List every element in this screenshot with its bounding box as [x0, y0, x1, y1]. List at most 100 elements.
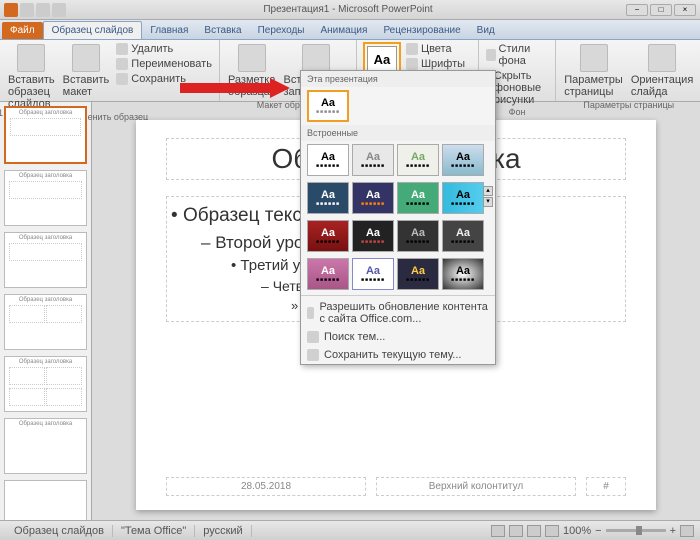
annotation-arrow — [180, 78, 290, 98]
gallery-section-builtin: Встроенные — [301, 125, 495, 141]
tab-slide-master[interactable]: Образец слайдов — [43, 21, 143, 39]
status-language[interactable]: русский — [195, 525, 251, 537]
colors-button[interactable]: Цвета — [405, 42, 472, 56]
tab-insert[interactable]: Вставка — [196, 22, 249, 39]
insert-slide-master-button[interactable]: Вставить образец слайдов — [6, 42, 57, 112]
theme-thumb[interactable]: Aa■■■■■■ — [307, 90, 349, 122]
theme-thumb[interactable]: Aa■■■■■■ — [442, 258, 484, 290]
zoom-out-button[interactable]: − — [595, 525, 601, 537]
zoom-slider[interactable] — [606, 529, 666, 532]
group-label: Фон — [509, 107, 526, 117]
theme-thumb[interactable]: Aa■■■■■■ — [307, 144, 349, 176]
page-setup-button[interactable]: Параметры страницы — [562, 42, 625, 100]
slide-orientation-button[interactable]: Ориентация слайда — [629, 42, 695, 100]
quick-access-toolbar — [0, 3, 70, 17]
slideshow-button[interactable] — [545, 525, 559, 537]
rename-icon — [116, 58, 128, 70]
window-title: Презентация1 - Microsoft PowerPoint — [70, 4, 626, 15]
preserve-icon — [116, 73, 128, 85]
scroll-down-icon[interactable]: ▾ — [483, 197, 493, 207]
minimize-button[interactable]: − — [626, 4, 648, 16]
theme-thumb[interactable]: Aa■■■■■■ — [307, 258, 349, 290]
placeholder-icon — [302, 44, 330, 72]
rename-button[interactable]: Переименовать — [115, 57, 213, 71]
layout-thumbnail[interactable]: Образец заголовка — [4, 356, 87, 412]
reading-view-button[interactable] — [527, 525, 541, 537]
save-icon — [307, 349, 319, 361]
tab-view[interactable]: Вид — [469, 22, 503, 39]
theme-thumb[interactable]: Aa■■■■■■ — [307, 182, 349, 214]
theme-thumb[interactable]: Aa■■■■■■ — [307, 220, 349, 252]
fonts-icon — [406, 58, 418, 70]
layout-thumbnail[interactable] — [4, 480, 87, 520]
layout-thumbnail[interactable]: Образец заголовка — [4, 418, 87, 474]
theme-thumb[interactable]: Aa■■■■■■ — [397, 258, 439, 290]
themes-icon: Aa — [367, 46, 397, 72]
tab-transitions[interactable]: Переходы — [250, 22, 313, 39]
gallery-section-current: Эта презентация — [301, 71, 495, 87]
tab-file[interactable]: Файл — [2, 22, 43, 39]
undo-icon[interactable] — [36, 3, 50, 17]
orientation-icon — [648, 44, 676, 72]
layout-thumbnail[interactable]: Образец заголовка — [4, 294, 87, 350]
thumbnail-pane[interactable]: 1Образец заголовка Образец заголовка Обр… — [0, 102, 92, 520]
slide-number-placeholder[interactable]: # — [586, 477, 626, 496]
browse-themes-item[interactable]: Поиск тем... — [301, 328, 495, 346]
close-button[interactable]: × — [674, 4, 696, 16]
theme-thumb[interactable]: Aa■■■■■■ — [352, 258, 394, 290]
insert-layout-button[interactable]: Вставить макет — [61, 42, 112, 100]
theme-thumb[interactable]: Aa■■■■■■ — [442, 220, 484, 252]
scroll-up-icon[interactable]: ▴ — [483, 186, 493, 196]
save-current-theme-item[interactable]: Сохранить текущую тему... — [301, 346, 495, 364]
theme-thumb[interactable]: Aa■■■■■■ — [397, 220, 439, 252]
fit-to-window-button[interactable] — [680, 525, 694, 537]
window-controls: − □ × — [626, 4, 700, 16]
theme-thumb[interactable]: Aa■■■■■■ — [352, 144, 394, 176]
group-label: Параметры страницы — [583, 100, 674, 110]
normal-view-button[interactable] — [491, 525, 505, 537]
ribbon-tabs: Файл Образец слайдов Главная Вставка Пер… — [0, 20, 700, 40]
theme-thumb[interactable]: Aa■■■■■■ — [397, 182, 439, 214]
globe-icon — [307, 307, 314, 319]
theme-thumb[interactable]: Aa■■■■■■ — [442, 182, 484, 214]
status-theme: "Тема Office" — [113, 525, 195, 537]
themes-gallery-dropdown: Эта презентация Aa■■■■■■ Встроенные Aa■■… — [300, 70, 496, 365]
save-icon[interactable] — [20, 3, 34, 17]
background-styles-button[interactable]: Стили фона — [485, 42, 549, 68]
sorter-view-button[interactable] — [509, 525, 523, 537]
footer-placeholder[interactable]: Верхний колонтитул — [376, 477, 576, 496]
layout-icon — [72, 44, 100, 72]
theme-thumb[interactable]: Aa■■■■■■ — [397, 144, 439, 176]
footer-placeholders: 28.05.2018 Верхний колонтитул # — [166, 477, 626, 496]
theme-thumb[interactable]: Aa■■■■■■ — [352, 220, 394, 252]
title-bar: Презентация1 - Microsoft PowerPoint − □ … — [0, 0, 700, 20]
master-thumbnail[interactable]: 1Образец заголовка — [4, 106, 87, 164]
colors-icon — [406, 43, 418, 55]
zoom-level[interactable]: 100% — [563, 525, 591, 537]
redo-icon[interactable] — [52, 3, 66, 17]
tab-home[interactable]: Главная — [142, 22, 196, 39]
tab-animations[interactable]: Анимация — [312, 22, 375, 39]
status-view-mode: Образец слайдов — [6, 525, 113, 537]
status-bar: Образец слайдов "Тема Office" русский 10… — [0, 520, 700, 540]
delete-icon — [116, 43, 128, 55]
bg-styles-icon — [486, 49, 496, 61]
enable-office-updates-item[interactable]: Разрешить обновление контента с сайта Of… — [301, 298, 495, 328]
theme-thumb[interactable]: Aa■■■■■■ — [352, 182, 394, 214]
slide-master-icon — [17, 44, 45, 72]
app-icon[interactable] — [4, 3, 18, 17]
theme-thumb[interactable]: Aa■■■■■■ — [442, 144, 484, 176]
delete-button[interactable]: Удалить — [115, 42, 213, 56]
maximize-button[interactable]: □ — [650, 4, 672, 16]
layout-thumbnail[interactable]: Образец заголовка — [4, 232, 87, 288]
layout-thumbnail[interactable]: Образец заголовка — [4, 170, 87, 226]
date-placeholder[interactable]: 28.05.2018 — [166, 477, 366, 496]
tab-review[interactable]: Рецензирование — [375, 22, 468, 39]
ribbon-group-page-setup: Параметры страницы Ориентация слайда Пар… — [556, 40, 700, 101]
zoom-in-button[interactable]: + — [670, 525, 676, 537]
fonts-button[interactable]: Шрифты — [405, 57, 472, 71]
folder-icon — [307, 331, 319, 343]
gallery-scrollbar[interactable]: ▴ ▾ — [483, 186, 493, 207]
page-setup-icon — [580, 44, 608, 72]
master-layout-icon — [238, 44, 266, 72]
